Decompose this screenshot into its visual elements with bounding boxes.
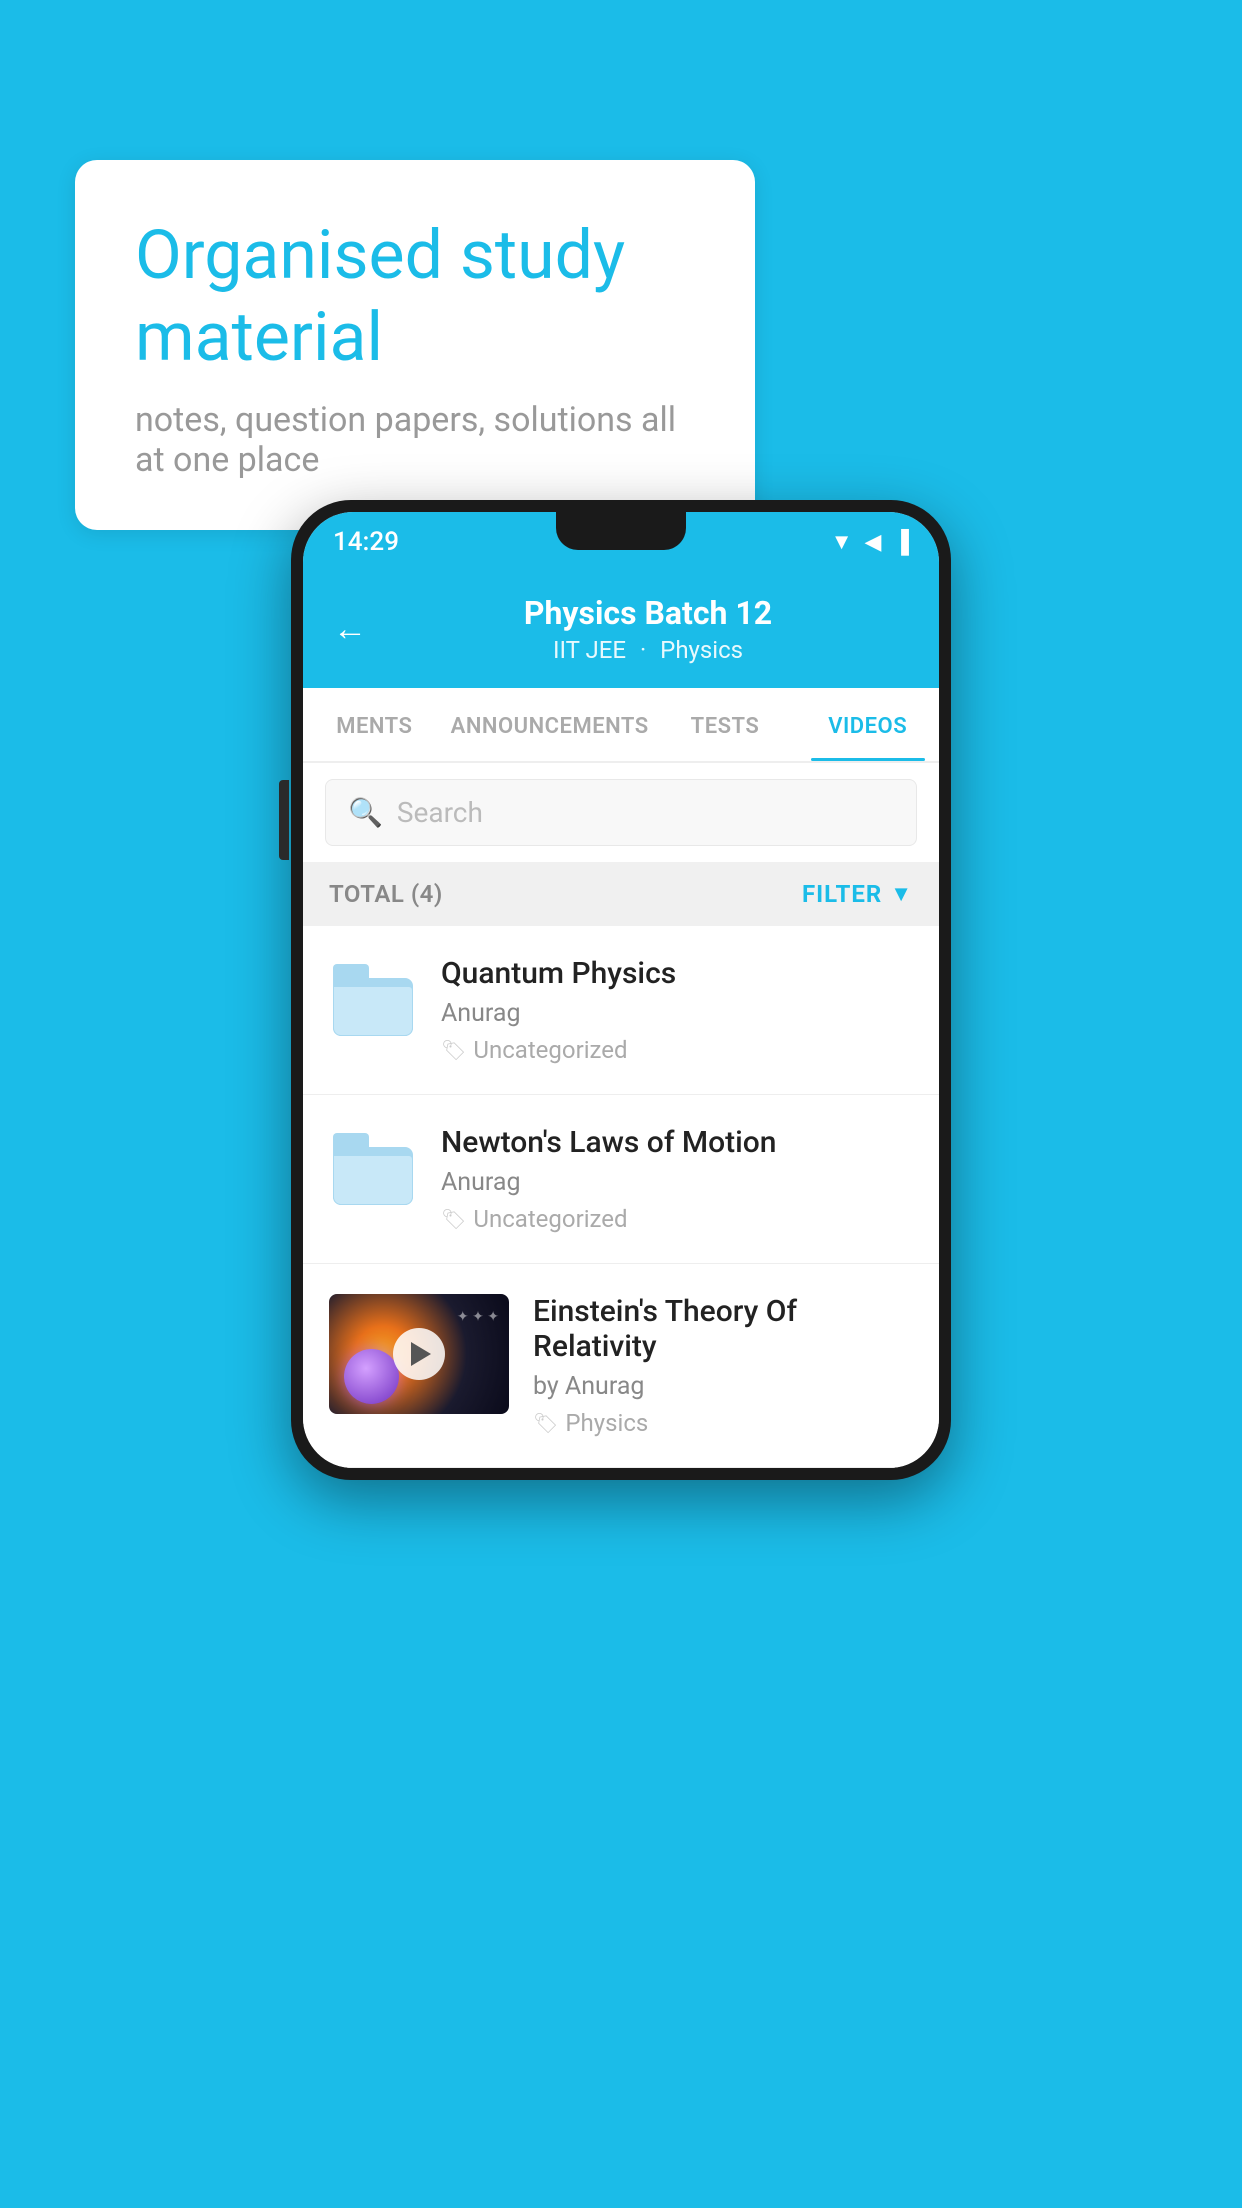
video-tag: 🏷 Physics <box>533 1409 913 1437</box>
speech-bubble: Organised study material notes, question… <box>75 160 755 530</box>
tab-videos[interactable]: VIDEOS <box>796 688 939 761</box>
search-box[interactable]: 🔍 Search <box>325 779 917 846</box>
search-icon: 🔍 <box>348 796 383 829</box>
filter-icon: ▼ <box>890 881 913 907</box>
app-subtitle: IIT JEE · Physics <box>387 636 909 664</box>
list-item[interactable]: Einstein's Theory Of Relativity by Anura… <box>303 1264 939 1468</box>
planet-decoration <box>344 1349 399 1404</box>
back-button[interactable]: ← <box>333 609 367 649</box>
tag-icon: 🏷 <box>441 1038 466 1062</box>
signal-icon: ◀ <box>864 530 881 555</box>
filter-button[interactable]: FILTER ▼ <box>802 880 913 908</box>
video-info-1: Quantum Physics Anurag 🏷 Uncategorized <box>441 956 913 1064</box>
video-author: by Anurag <box>533 1372 913 1401</box>
video-title: Einstein's Theory Of Relativity <box>533 1294 913 1364</box>
subtitle-right: Physics <box>660 636 743 664</box>
phone-mockup: 14:29 ▼ ◀ ▐ ← Physics Batch 12 IIT JEE ·… <box>291 500 951 1480</box>
video-title: Quantum Physics <box>441 956 913 991</box>
filter-label: FILTER <box>802 880 882 908</box>
video-thumbnail-2 <box>329 1125 417 1213</box>
tag-label: Physics <box>565 1409 648 1437</box>
tag-icon: 🏷 <box>441 1207 466 1231</box>
tag-label: Uncategorized <box>473 1036 627 1064</box>
video-tag: 🏷 Uncategorized <box>441 1036 913 1064</box>
status-icons: ▼ ◀ ▐ <box>831 529 909 555</box>
notch <box>556 512 686 550</box>
total-count-label: TOTAL (4) <box>329 880 443 908</box>
folder-icon <box>333 1133 413 1205</box>
tab-bar: MENTS ANNOUNCEMENTS TESTS VIDEOS <box>303 688 939 763</box>
video-author: Anurag <box>441 999 913 1028</box>
subtitle-left: IIT JEE <box>553 636 626 664</box>
video-info-3: Einstein's Theory Of Relativity by Anura… <box>533 1294 913 1437</box>
wifi-icon: ▼ <box>831 529 853 555</box>
tag-icon: 🏷 <box>533 1411 558 1435</box>
app-bar-title: Physics Batch 12 IIT JEE · Physics <box>387 594 909 664</box>
tab-announcements[interactable]: ANNOUNCEMENTS <box>446 688 654 761</box>
play-button-icon[interactable] <box>393 1328 445 1380</box>
speech-bubble-subtext: notes, question papers, solutions all at… <box>135 400 695 480</box>
video-list: Quantum Physics Anurag 🏷 Uncategorized <box>303 926 939 1468</box>
tag-label: Uncategorized <box>473 1205 627 1233</box>
list-item[interactable]: Quantum Physics Anurag 🏷 Uncategorized <box>303 926 939 1095</box>
speech-bubble-container: Organised study material notes, question… <box>75 160 755 530</box>
video-info-2: Newton's Laws of Motion Anurag 🏷 Uncateg… <box>441 1125 913 1233</box>
phone-body: 14:29 ▼ ◀ ▐ ← Physics Batch 12 IIT JEE ·… <box>291 500 951 1480</box>
phone-screen: 14:29 ▼ ◀ ▐ ← Physics Batch 12 IIT JEE ·… <box>303 512 939 1468</box>
app-bar: ← Physics Batch 12 IIT JEE · Physics <box>303 572 939 688</box>
search-container: 🔍 Search <box>303 763 939 862</box>
video-title: Newton's Laws of Motion <box>441 1125 913 1160</box>
video-thumbnail-3 <box>329 1294 509 1414</box>
speech-bubble-heading: Organised study material <box>135 215 695 378</box>
video-tag: 🏷 Uncategorized <box>441 1205 913 1233</box>
video-author: Anurag <box>441 1168 913 1197</box>
list-item[interactable]: Newton's Laws of Motion Anurag 🏷 Uncateg… <box>303 1095 939 1264</box>
video-thumbnail-1 <box>329 956 417 1044</box>
tab-tests[interactable]: TESTS <box>654 688 797 761</box>
battery-icon: ▐ <box>893 529 909 555</box>
status-time: 14:29 <box>333 527 399 557</box>
app-title: Physics Batch 12 <box>387 594 909 632</box>
subtitle-separator: · <box>640 636 646 664</box>
tab-ments[interactable]: MENTS <box>303 688 446 761</box>
folder-icon <box>333 964 413 1036</box>
filter-bar: TOTAL (4) FILTER ▼ <box>303 862 939 926</box>
search-input[interactable]: Search <box>397 796 483 829</box>
status-bar: 14:29 ▼ ◀ ▐ <box>303 512 939 572</box>
